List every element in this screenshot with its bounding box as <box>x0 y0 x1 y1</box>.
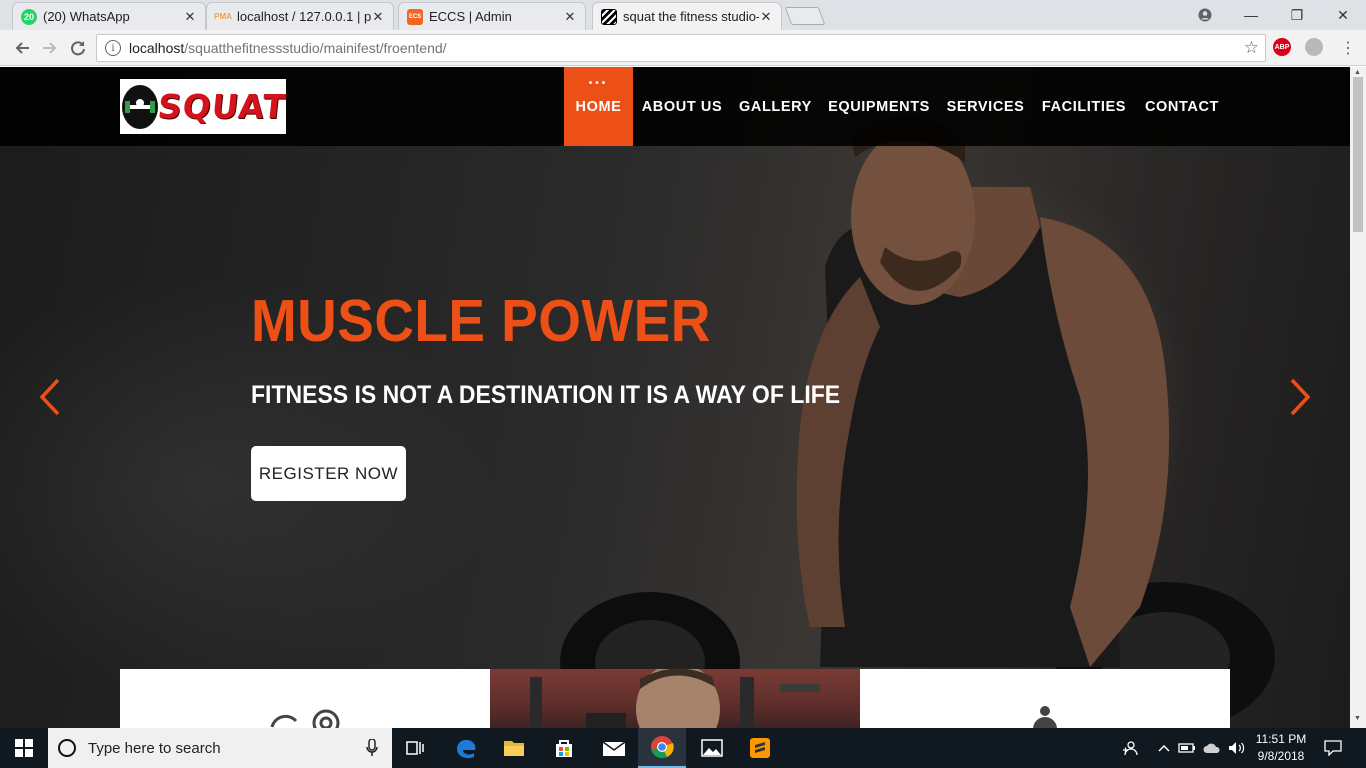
start-windows-icon[interactable] <box>0 728 48 768</box>
page-scrollbar[interactable]: ▲ ▼ <box>1350 67 1366 728</box>
search-placeholder: Type here to search <box>88 739 221 757</box>
nav-contact[interactable]: CONTACT <box>1135 67 1229 146</box>
restore-button[interactable]: ❐ <box>1274 0 1320 30</box>
clock-date: 9/8/2018 <box>1257 749 1305 763</box>
squat-favicon-icon <box>601 8 617 25</box>
tab-title: (20) WhatsApp <box>43 9 130 24</box>
file-explorer-icon[interactable] <box>490 728 538 768</box>
action-center-icon[interactable] <box>1318 728 1348 768</box>
logo-text: SQUAT <box>155 87 289 126</box>
scroll-up-arrow-icon[interactable]: ▲ <box>1354 69 1361 76</box>
tab-eccs-admin[interactable]: ECS ECCS | Admin ✕ <box>398 2 586 30</box>
whatsapp-icon: 20 <box>21 8 37 25</box>
back-button[interactable] <box>10 36 34 60</box>
tab-phpmyadmin[interactable]: PMA localhost / 127.0.0.1 | php ✕ <box>206 2 394 30</box>
site-header: SQUAT ••• HOME ABOUT US GALLERY EQUIPMEN… <box>0 67 1350 146</box>
tab-whatsapp[interactable]: 20 (20) WhatsApp ✕ <box>12 2 206 30</box>
tab-title: localhost / 127.0.0.1 | php <box>237 9 371 24</box>
browser-tab-strip: 20 (20) WhatsApp ✕ PMA localhost / 127.0… <box>0 0 1366 30</box>
feature-card-equipment[interactable] <box>120 669 490 728</box>
new-tab-button[interactable] <box>784 7 826 25</box>
adblock-icon[interactable]: ABP <box>1273 38 1291 56</box>
taskbar-search-box[interactable]: Type here to search <box>48 728 392 768</box>
tab-squat-active[interactable]: squat the fitness studio-b ✕ <box>592 2 782 30</box>
cortana-ring-icon <box>58 739 76 757</box>
nav-home[interactable]: ••• HOME <box>564 67 633 146</box>
windows-taskbar: Type here to search 11:51 PM 9/8/2018 <box>0 728 1366 768</box>
url-host: localhost <box>129 40 185 56</box>
eccs-icon: ECS <box>407 8 423 25</box>
tab-title: squat the fitness studio-b <box>623 9 759 24</box>
hero-title: MUSCLE POWER <box>251 288 711 354</box>
close-window-button[interactable]: ✕ <box>1320 0 1366 30</box>
nav-gallery[interactable]: GALLERY <box>731 67 820 146</box>
nav-equipments-label: EQUIPMENTS <box>828 98 930 115</box>
hero-subtitle: FITNESS IS NOT A DESTINATION IT IS A WAY… <box>251 381 841 409</box>
gym-trainer-photo <box>530 669 820 728</box>
extension-globe-icon[interactable] <box>1305 38 1323 56</box>
reload-button[interactable] <box>66 36 90 60</box>
dumbbell-emblem-icon <box>122 84 158 129</box>
photos-icon[interactable] <box>688 728 736 768</box>
store-icon[interactable] <box>540 728 588 768</box>
tab-title: ECCS | Admin <box>429 9 512 24</box>
active-indicator-dots: ••• <box>588 78 609 89</box>
browser-toolbar: i localhost/squatthefitnessstudio/mainif… <box>0 30 1366 66</box>
tab-close-icon[interactable]: ✕ <box>371 9 385 25</box>
nav-facilities[interactable]: FACILITIES <box>1033 67 1135 146</box>
squat-logo[interactable]: SQUAT <box>120 79 289 134</box>
scroll-down-arrow-icon[interactable]: ▼ <box>1354 715 1361 722</box>
nav-about-us[interactable]: ABOUT US <box>633 67 731 146</box>
nav-services-label: SERVICES <box>946 98 1025 115</box>
show-hidden-icons-chevron-icon[interactable] <box>1154 728 1174 768</box>
hero-slider: SQUAT ••• HOME ABOUT US GALLERY EQUIPMEN… <box>0 67 1350 728</box>
feature-cards <box>120 669 1230 728</box>
feature-card-trainer[interactable] <box>860 669 1230 728</box>
system-clock[interactable]: 11:51 PM 9/8/2018 <box>1250 731 1312 765</box>
mail-icon[interactable] <box>590 728 638 768</box>
clock-time: 11:51 PM <box>1255 732 1307 746</box>
sublime-text-icon[interactable] <box>736 728 784 768</box>
nav-gallery-label: GALLERY <box>739 98 812 115</box>
onedrive-cloud-icon[interactable] <box>1200 728 1224 768</box>
battery-icon[interactable] <box>1176 728 1198 768</box>
minimize-button[interactable]: — <box>1228 0 1274 30</box>
register-now-button[interactable]: REGISTER NOW <box>251 446 406 501</box>
person-icon <box>1033 706 1057 728</box>
feature-card-photo[interactable] <box>490 669 860 728</box>
chrome-taskbar-icon[interactable] <box>638 728 686 768</box>
nav-home-label: HOME <box>575 98 622 115</box>
url-path: /squatthefitnessstudio/mainifest/froente… <box>184 40 447 56</box>
microphone-icon[interactable] <box>366 739 378 757</box>
nav-services[interactable]: SERVICES <box>938 67 1033 146</box>
people-icon[interactable] <box>1118 728 1142 768</box>
slider-prev-arrow-icon[interactable] <box>36 377 66 417</box>
tab-close-icon[interactable]: ✕ <box>759 9 773 25</box>
phpmyadmin-icon: PMA <box>214 12 232 21</box>
menu-kebab-icon[interactable]: ⋮ <box>1336 36 1360 60</box>
weight-plate-icon <box>270 709 340 728</box>
nav-facilities-label: FACILITIES <box>1041 98 1127 115</box>
edge-browser-icon[interactable] <box>442 728 490 768</box>
profile-icon[interactable] <box>1182 0 1228 30</box>
volume-icon[interactable] <box>1226 728 1248 768</box>
scrollbar-thumb[interactable] <box>1353 77 1363 232</box>
tab-close-icon[interactable]: ✕ <box>183 9 197 25</box>
forward-button[interactable] <box>38 36 62 60</box>
page-viewport: SQUAT ••• HOME ABOUT US GALLERY EQUIPMEN… <box>0 67 1350 728</box>
task-view-icon[interactable] <box>392 728 440 768</box>
nav-equipments[interactable]: EQUIPMENTS <box>820 67 938 146</box>
tab-close-icon[interactable]: ✕ <box>563 9 577 25</box>
nav-contact-label: CONTACT <box>1144 98 1219 115</box>
slider-next-arrow-icon[interactable] <box>1284 377 1314 417</box>
nav-about-label: ABOUT US <box>641 98 723 115</box>
address-bar[interactable]: i localhost/squatthefitnessstudio/mainif… <box>96 34 1266 62</box>
bookmark-star-icon[interactable]: ☆ <box>1244 38 1259 58</box>
info-icon[interactable]: i <box>105 40 121 56</box>
